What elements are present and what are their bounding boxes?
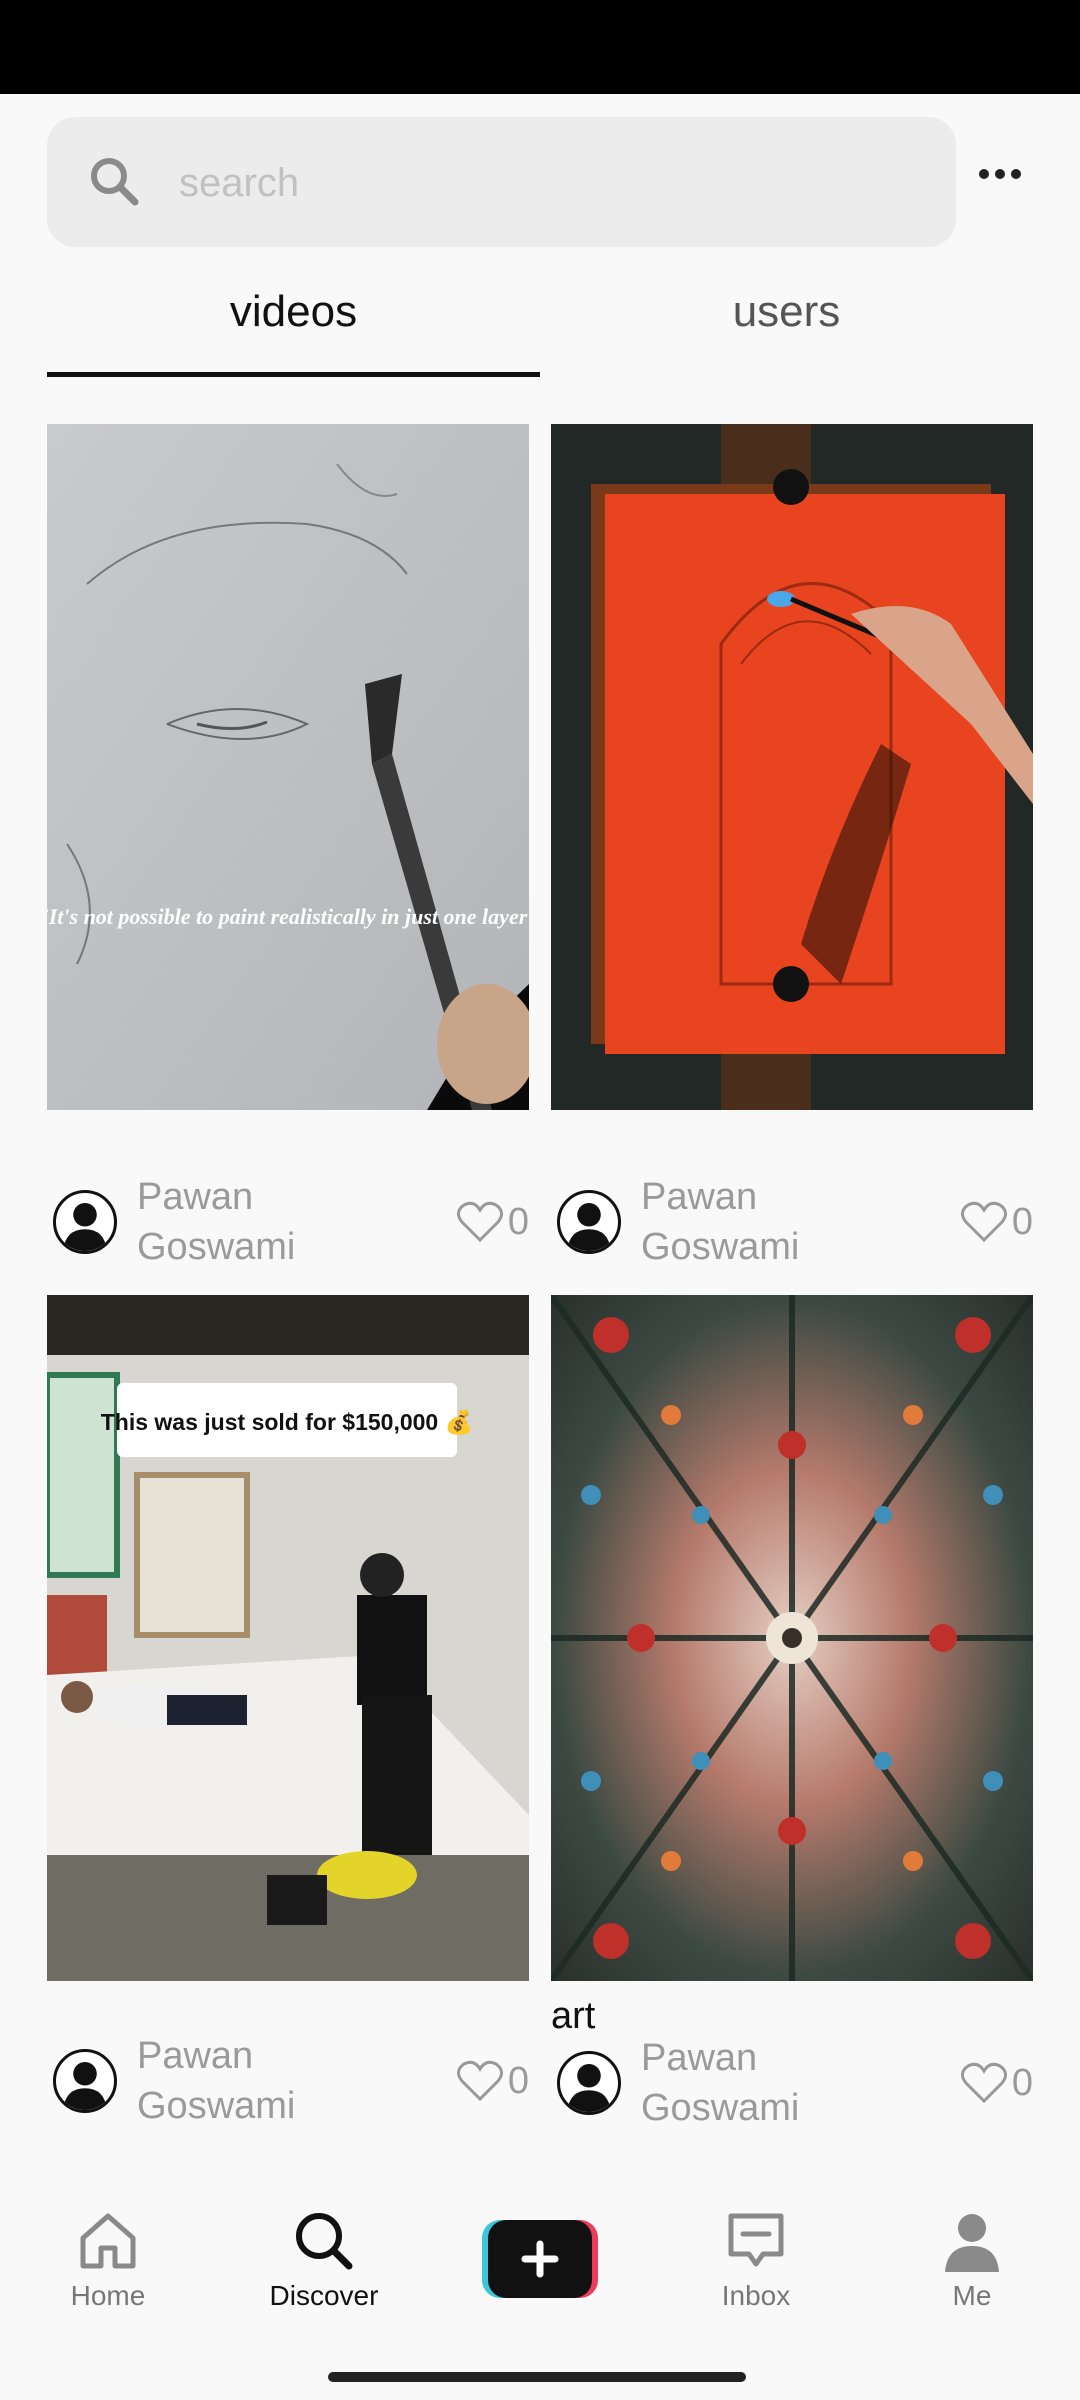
avatar[interactable]	[53, 1190, 117, 1254]
nav-inbox[interactable]: Inbox	[686, 2180, 826, 2312]
video-overlay-text: This was just sold for $150,000 💰	[101, 1409, 474, 1436]
user-silhouette-icon	[63, 2061, 107, 2110]
avatar[interactable]	[557, 1190, 621, 1254]
user-silhouette-icon	[63, 1202, 107, 1251]
video-thumbnail[interactable]: This was just sold for $150,000 💰	[47, 1295, 529, 1981]
nav-inbox-label: Inbox	[721, 2280, 791, 2311]
search-input[interactable]	[177, 147, 921, 219]
tab-bar: videos users	[47, 264, 1033, 380]
tab-users[interactable]: users	[540, 264, 1033, 380]
nav-me[interactable]: Me	[902, 2180, 1042, 2312]
author-name[interactable]: Pawan Goswami	[137, 1172, 377, 1272]
author-name[interactable]: Pawan Goswami	[137, 2031, 377, 2131]
like-button[interactable]: 0	[456, 2053, 529, 2109]
inbox-icon	[728, 2213, 784, 2267]
more-dot-icon	[995, 169, 1005, 179]
heart-icon	[960, 2062, 1007, 2104]
heart-icon	[456, 1201, 503, 1243]
like-count: 0	[507, 1200, 529, 1243]
video-overlay-text: 'It's not possible to paint realisticall…	[47, 904, 529, 929]
user-silhouette-icon	[567, 2063, 611, 2112]
nav-home-label: Home	[70, 2280, 146, 2311]
tab-active-indicator	[47, 372, 540, 377]
video-thumbnail[interactable]	[551, 424, 1033, 1110]
like-button[interactable]: 0	[456, 1194, 529, 1250]
search-row	[0, 94, 1080, 264]
search-icon	[91, 158, 139, 206]
author-name[interactable]: Pawan Goswami	[641, 2033, 881, 2133]
avatar[interactable]	[53, 2049, 117, 2113]
search-icon	[296, 2213, 353, 2270]
video-caption: art	[551, 1995, 596, 2037]
author-row[interactable]: Pawan Goswami 0	[47, 1172, 529, 1272]
author-name[interactable]: Pawan Goswami	[641, 1172, 881, 1272]
user-silhouette-icon	[567, 1202, 611, 1251]
like-button[interactable]: 0	[960, 1194, 1033, 1250]
heart-icon	[960, 1201, 1007, 1243]
more-options-button[interactable]	[970, 149, 1030, 199]
author-row[interactable]: Pawan Goswami 0	[551, 1172, 1033, 1272]
like-count: 0	[1011, 1200, 1033, 1243]
home-indicator	[328, 2372, 746, 2382]
status-bar	[0, 0, 1080, 94]
heart-icon	[456, 2060, 503, 2102]
nav-discover[interactable]: Discover	[254, 2180, 394, 2312]
profile-icon	[945, 2214, 999, 2272]
create-button[interactable]	[482, 2220, 598, 2298]
like-button[interactable]: 0	[960, 2055, 1033, 2111]
like-count: 0	[1011, 2061, 1033, 2104]
like-count: 0	[507, 2059, 529, 2102]
author-row[interactable]: Pawan Goswami 0	[47, 2031, 529, 2131]
video-thumbnail[interactable]	[551, 1295, 1033, 1981]
home-icon	[80, 2213, 136, 2269]
more-dot-icon	[1011, 169, 1021, 179]
bottom-navigation: Home Discover Inbox Me	[0, 2180, 1080, 2356]
video-thumbnail[interactable]: 'It's not possible to paint realisticall…	[47, 424, 529, 1110]
tab-videos[interactable]: videos	[47, 264, 540, 380]
more-dot-icon	[979, 169, 989, 179]
avatar[interactable]	[557, 2051, 621, 2115]
author-row[interactable]: Pawan Goswami 0	[551, 2033, 1033, 2133]
nav-home[interactable]: Home	[38, 2180, 178, 2312]
nav-discover-label: Discover	[269, 2280, 379, 2311]
search-bar[interactable]	[47, 117, 956, 247]
nav-me-label: Me	[952, 2280, 992, 2311]
